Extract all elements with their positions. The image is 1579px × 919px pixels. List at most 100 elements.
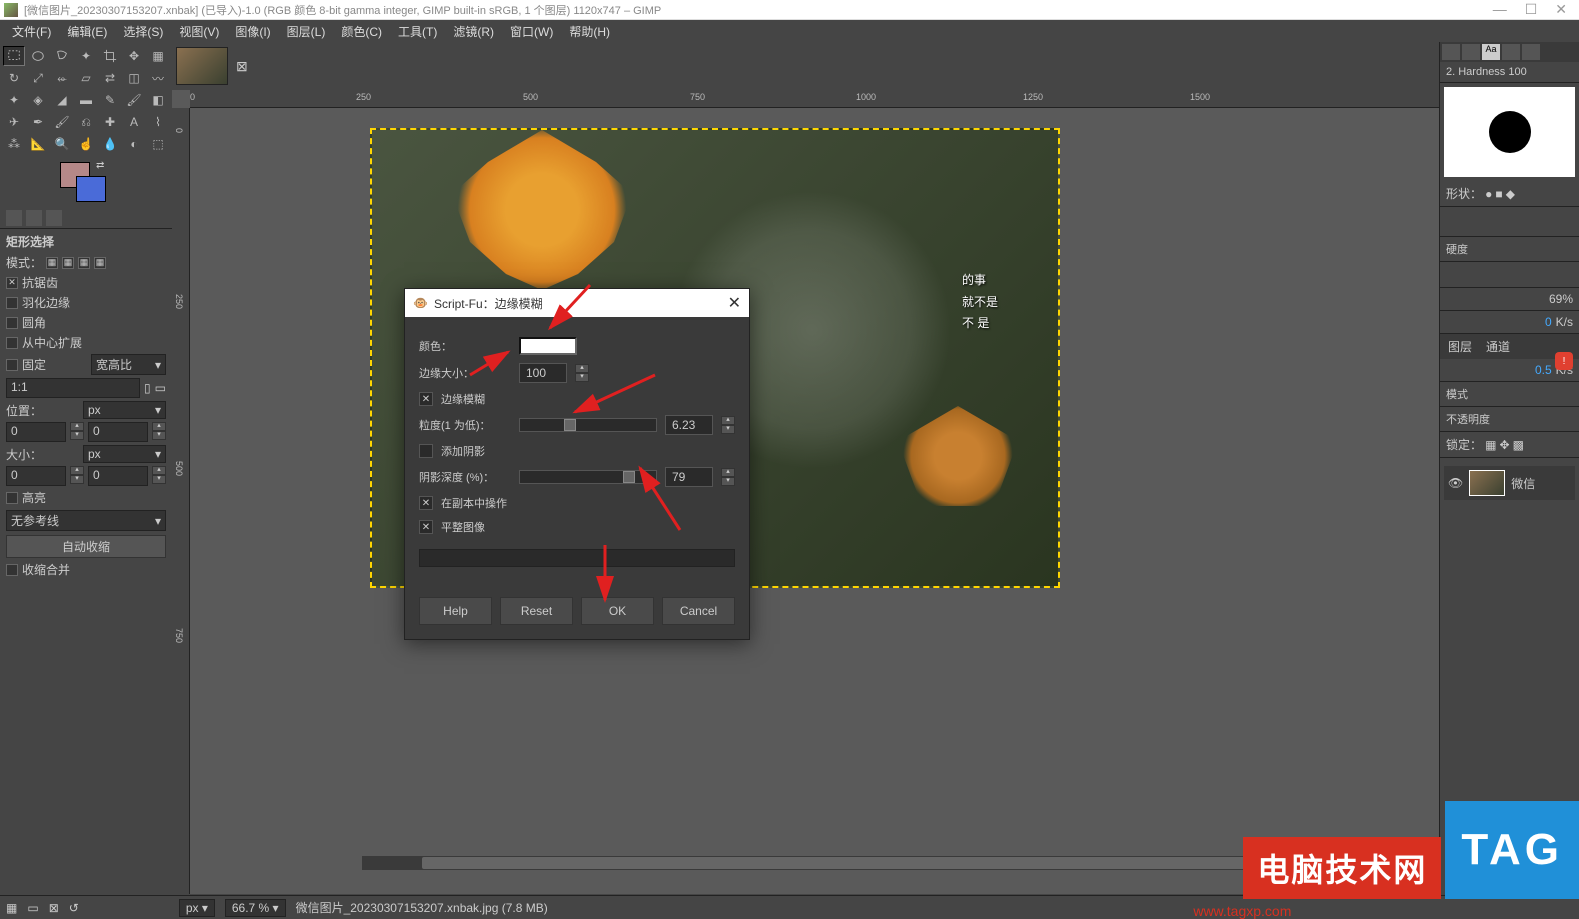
close-button[interactable]: ✕ bbox=[1555, 1, 1567, 18]
granularity-slider[interactable] bbox=[519, 418, 657, 432]
tool-scale[interactable]: ⤢ bbox=[27, 68, 49, 88]
tool-clone[interactable]: ⎌ bbox=[75, 112, 97, 132]
granularity-input[interactable]: 6.23 bbox=[665, 415, 713, 435]
mode-replace[interactable]: ▦ bbox=[46, 257, 58, 269]
tool-gradient[interactable]: ▬ bbox=[75, 90, 97, 110]
minimize-button[interactable]: — bbox=[1493, 1, 1507, 18]
shadow-depth-slider[interactable] bbox=[519, 470, 657, 484]
tool-zoom[interactable]: 🔍 bbox=[51, 134, 73, 154]
scrollbar-thumb[interactable] bbox=[422, 857, 1302, 869]
menu-windows[interactable]: 窗口(W) bbox=[504, 21, 559, 42]
hardness-slider[interactable] bbox=[1440, 262, 1579, 288]
tool-shear[interactable]: ⬰ bbox=[51, 68, 73, 88]
spin-down[interactable]: ▾ bbox=[70, 431, 84, 440]
spin-up[interactable]: ▴ bbox=[70, 422, 84, 431]
image-tab-thumb[interactable] bbox=[176, 47, 228, 85]
shadow-depth-input[interactable]: 79 bbox=[665, 467, 713, 487]
tool-rect-select[interactable] bbox=[3, 46, 25, 66]
dock-tab-2[interactable] bbox=[26, 210, 42, 226]
rp-tab-1[interactable] bbox=[1442, 44, 1460, 60]
footer-icon-1[interactable]: ▦ bbox=[6, 901, 17, 915]
lock-position-icon[interactable]: ✥ bbox=[1499, 438, 1509, 452]
unit-select[interactable]: px ▾ bbox=[179, 899, 215, 917]
shape-circle-icon[interactable]: ● bbox=[1485, 187, 1492, 201]
shrink-merged-checkbox[interactable] bbox=[6, 564, 18, 576]
rp-tab-5[interactable] bbox=[1522, 44, 1540, 60]
ok-button[interactable]: OK bbox=[581, 597, 654, 625]
shape-diamond-icon[interactable]: ◆ bbox=[1506, 187, 1515, 201]
channels-tab[interactable]: 通道 bbox=[1480, 336, 1516, 357]
menu-filters[interactable]: 滤镜(R) bbox=[447, 21, 500, 42]
tool-mypaint[interactable]: 🖌 bbox=[51, 112, 73, 132]
help-button[interactable]: Help bbox=[419, 597, 492, 625]
shape-square-icon[interactable]: ■ bbox=[1495, 187, 1502, 201]
tool-color-picker[interactable]: ⁂ bbox=[3, 134, 25, 154]
rp-tab-4[interactable] bbox=[1502, 44, 1520, 60]
auto-shrink-button[interactable]: 自动收缩 bbox=[6, 535, 166, 558]
menu-layer[interactable]: 图层(L) bbox=[281, 21, 332, 42]
tool-fuzzy-select[interactable]: ✦ bbox=[75, 46, 97, 66]
feather-checkbox[interactable] bbox=[6, 297, 18, 309]
footer-icon-4[interactable]: ↺ bbox=[69, 901, 79, 915]
tool-blur[interactable]: 💧 bbox=[99, 134, 121, 154]
size-h[interactable]: 0 bbox=[88, 466, 148, 486]
tool-free-select[interactable] bbox=[51, 46, 73, 66]
tool-airbrush[interactable]: ✈ bbox=[3, 112, 25, 132]
aspect-select[interactable]: 宽高比▾ bbox=[91, 354, 166, 375]
add-shadow-checkbox[interactable] bbox=[419, 444, 433, 458]
menu-edit[interactable]: 编辑(E) bbox=[61, 21, 113, 42]
tool-heal[interactable]: ✚ bbox=[99, 112, 121, 132]
tool-smudge[interactable]: ☝ bbox=[75, 134, 97, 154]
tool-dodge[interactable]: ◐ bbox=[123, 134, 145, 154]
tool-measure[interactable]: 📐 bbox=[27, 134, 49, 154]
tool-extra1[interactable]: ⬚ bbox=[147, 134, 169, 154]
mode-intersect[interactable]: ▦ bbox=[94, 257, 106, 269]
tool-text[interactable]: A bbox=[123, 112, 145, 132]
tool-rotate[interactable]: ↻ bbox=[3, 68, 25, 88]
cancel-button[interactable]: Cancel bbox=[662, 597, 735, 625]
visibility-icon[interactable]: 👁 bbox=[1448, 476, 1463, 490]
tool-warp[interactable]: 〰 bbox=[147, 68, 169, 88]
edge-size-input[interactable]: 100 bbox=[519, 363, 567, 383]
reset-button[interactable]: Reset bbox=[500, 597, 573, 625]
lock-pixels-icon[interactable]: ▦ bbox=[1485, 438, 1496, 452]
tool-paths[interactable]: ⌇ bbox=[147, 112, 169, 132]
rounded-checkbox[interactable] bbox=[6, 317, 18, 329]
brush-preview[interactable] bbox=[1444, 87, 1575, 177]
dialog-close-button[interactable]: ✕ bbox=[728, 293, 741, 313]
menu-select[interactable]: 选择(S) bbox=[117, 21, 169, 42]
position-y[interactable]: 0 bbox=[88, 422, 148, 442]
menu-image[interactable]: 图像(I) bbox=[229, 21, 276, 42]
highlight-checkbox[interactable] bbox=[6, 492, 18, 504]
alert-badge[interactable]: ! bbox=[1555, 352, 1573, 370]
tool-handle[interactable]: ◈ bbox=[27, 90, 49, 110]
tool-ink[interactable]: ✒ bbox=[27, 112, 49, 132]
maximize-button[interactable]: ☐ bbox=[1525, 1, 1538, 18]
work-on-copy-checkbox[interactable]: ✕ bbox=[419, 496, 433, 510]
mode-subtract[interactable]: ▦ bbox=[78, 257, 90, 269]
tool-bucket[interactable]: ◢ bbox=[51, 90, 73, 110]
tool-crop[interactable] bbox=[99, 46, 121, 66]
scrollbar-horizontal[interactable] bbox=[362, 856, 1284, 870]
zoom-select[interactable]: 66.7 % ▾ bbox=[225, 899, 286, 917]
menu-view[interactable]: 视图(V) bbox=[173, 21, 225, 42]
lock-alpha-icon[interactable]: ▩ bbox=[1513, 438, 1524, 452]
tool-perspective[interactable]: ▱ bbox=[75, 68, 97, 88]
menu-tools[interactable]: 工具(T) bbox=[392, 21, 443, 42]
color-swatch[interactable] bbox=[519, 337, 577, 355]
size-w[interactable]: 0 bbox=[6, 466, 66, 486]
tool-unified[interactable]: ✦ bbox=[3, 90, 25, 110]
tool-align[interactable]: ▦ bbox=[147, 46, 169, 66]
background-color[interactable] bbox=[76, 176, 106, 202]
rp-tab-3[interactable]: Aa bbox=[1482, 44, 1500, 60]
size-unit[interactable]: px▾ bbox=[83, 445, 166, 463]
menu-file[interactable]: 文件(F) bbox=[6, 21, 57, 42]
menu-help[interactable]: 帮助(H) bbox=[563, 21, 616, 42]
mode-add[interactable]: ▦ bbox=[62, 257, 74, 269]
position-unit[interactable]: px▾ bbox=[83, 401, 166, 419]
tab-close-button[interactable]: ⊠ bbox=[232, 58, 252, 75]
menu-color[interactable]: 颜色(C) bbox=[335, 21, 388, 42]
expand-center-checkbox[interactable] bbox=[6, 337, 18, 349]
dock-tab-3[interactable] bbox=[46, 210, 62, 226]
tool-paintbrush[interactable]: 🖌 bbox=[123, 90, 145, 110]
